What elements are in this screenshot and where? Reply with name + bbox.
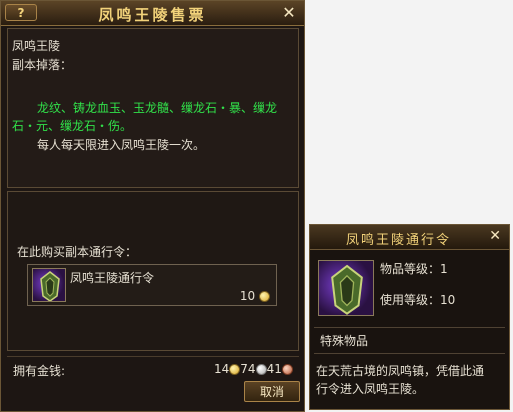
dungeon-name: 凤鸣王陵	[12, 39, 61, 53]
close-icon: ✕	[282, 3, 296, 22]
pass-token-icon	[318, 260, 374, 316]
cancel-button[interactable]: 取消	[244, 381, 300, 402]
tooltip-use-level: 使用等级：10	[380, 293, 456, 307]
gold-coin-icon	[259, 291, 270, 302]
tooltip-category: 特殊物品	[320, 334, 369, 348]
tooltip-item-level: 物品等级：1	[380, 262, 448, 276]
pass-item-name: 凤鸣王陵通行令	[70, 271, 155, 285]
close-button[interactable]: ✕	[280, 4, 298, 22]
item-tooltip: 凤鸣王陵通行令 ✕ 物品等级：1 使用等级：10 特殊物品 在天荒古境的凤鸣镇，…	[309, 224, 510, 410]
tooltip-divider	[314, 327, 505, 328]
window-titlebar[interactable]: ? 凤鸣王陵售票 ✕	[1, 1, 304, 26]
copper-coin-icon	[281, 364, 293, 375]
gold-amount: 14	[214, 362, 230, 376]
drops-label: 副本掉落：	[12, 58, 73, 72]
ticket-window: ? 凤鸣王陵售票 ✕ 凤鸣王陵 副本掉落： 龙纹、铸龙血玉、玉龙髓、缫龙石・暴、…	[0, 0, 305, 412]
pass-item-slot[interactable]: 凤鸣王陵通行令 10	[27, 264, 277, 306]
entry-limit-text: 每人每天限进入凤鸣王陵一次。	[37, 138, 206, 152]
drops-line-1: 龙纹、铸龙血玉、玉龙髓、缫龙石・暴、缫龙	[37, 101, 278, 115]
tooltip-titlebar: 凤鸣王陵通行令 ✕	[310, 225, 509, 250]
tooltip-desc-line-1: 在天荒古境的凤鸣镇，凭借此通	[316, 364, 485, 378]
tooltip-title: 凤鸣王陵通行令	[346, 233, 452, 248]
silver-amount: 74	[240, 362, 256, 376]
pass-token-icon[interactable]	[32, 268, 66, 302]
tooltip-divider	[314, 353, 505, 354]
money-label: 拥有金钱:	[13, 364, 66, 378]
silver-coin-icon	[255, 364, 267, 375]
tooltip-close-icon[interactable]: ✕	[489, 228, 501, 244]
gold-coin-icon	[229, 364, 241, 375]
money-amount: 14 74 41	[214, 362, 293, 376]
copper-amount: 41	[266, 362, 282, 376]
tooltip-desc-line-2: 行令进入凤鸣王陵。	[316, 382, 425, 396]
window-title: 凤鸣王陵售票	[98, 6, 207, 24]
buy-label: 在此购买副本通行令：	[17, 245, 138, 259]
drops-line-2: 石・元、缫龙石・伤。	[12, 119, 133, 133]
pass-item-price: 10	[240, 289, 270, 303]
price-value: 10	[239, 289, 256, 303]
